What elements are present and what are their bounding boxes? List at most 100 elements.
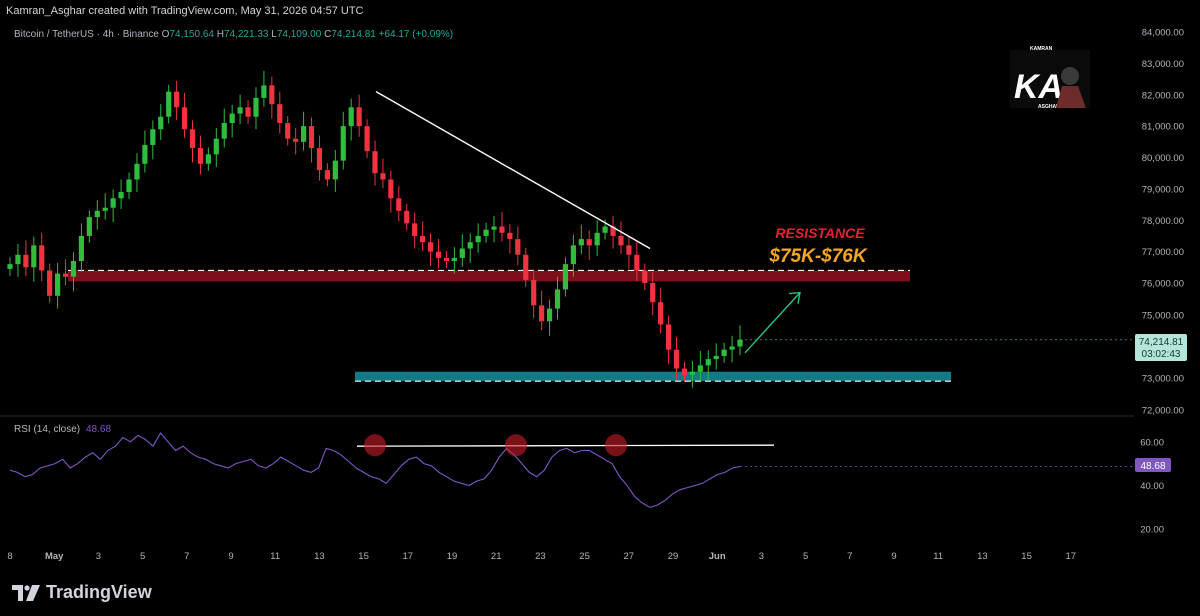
time-tick-label: 3 [759,551,764,562]
price-tick-label: 83,000.00 [1142,59,1184,70]
time-tick-label: 11 [270,551,280,562]
candle-body [55,273,61,296]
tradingview-logo-icon [12,584,40,601]
author-watermark: KAMRAN KA ASGHAR [1010,46,1090,110]
candle-body [277,104,283,123]
rsi-label[interactable]: RSI (14, close) [14,424,80,435]
tradingview-logo[interactable]: TradingView [12,582,152,603]
candle-body [443,257,450,262]
candle-body [102,207,108,211]
candle-body [70,261,77,277]
candle-body [681,368,688,375]
time-tick-label: 9 [891,551,896,562]
candle-body [586,239,592,246]
time-tick-label: 25 [579,551,590,562]
candle-body [332,160,338,180]
candle-body [197,148,204,164]
candle-body [150,129,156,145]
candle-body [308,126,315,149]
candle-body [451,257,457,262]
price-tick-label: 78,000.00 [1142,216,1184,227]
price-tick-label: 81,000.00 [1142,122,1184,133]
candle-body [705,359,711,366]
time-tick-label: 5 [803,551,808,562]
candle-body [396,198,402,211]
tradingview-chart-screen: Kamran_Asghar created with TradingView.c… [0,0,1200,616]
candle-body [515,239,521,255]
candle-body [23,254,29,268]
time-tick-label: 3 [96,551,101,562]
support-zone [355,371,951,382]
candle-body [570,245,576,265]
candle-body [475,235,481,243]
candle-body [94,210,100,218]
resistance-title: RESISTANCE [775,225,865,241]
candle-body [158,116,164,130]
candle-body [134,163,140,180]
candle-body [174,91,180,108]
candle-body [316,148,323,171]
candle-body [31,245,37,268]
candle-body [245,107,251,117]
candle-body [689,371,695,375]
forecast-arrow-shaft [744,292,801,354]
candle-body [300,126,307,142]
candle-body [491,226,497,230]
rsi-peak-marker [364,434,386,457]
candle-body [324,170,330,180]
candle-body [435,251,442,258]
candle-body [181,107,188,130]
candle-body [634,254,640,271]
candle-body [658,302,664,325]
chart-canvas[interactable]: KAMRAN KA ASGHAR 84,000.00 83,000.00 82,00… [0,0,1200,568]
candle-body [427,242,434,252]
candle-body [523,254,529,280]
candle-body [221,122,227,139]
candle-body [531,279,537,306]
time-tick-label: 7 [184,551,189,562]
price-tick-label: 72,000.00 [1142,406,1184,417]
candle-body [348,107,354,127]
time-axis[interactable]: 8 May 3 5 7 9 11 13 15 17 19 21 23 25 27 29 Jun 3 5 7 9 11 13 1… [7,551,1076,562]
candle-body [213,138,219,155]
time-tick-label: 5 [140,551,145,562]
candle-body [404,210,410,224]
watermark-name-top: KAMRAN [1030,46,1053,52]
candle-body [412,223,418,236]
candle-body [467,242,473,249]
time-tick-label: 7 [847,551,852,562]
candle-body [578,239,584,246]
last-price-badge-price: 74,214.81 [1139,337,1184,348]
candle-body [78,235,85,262]
candle-body [237,107,243,114]
candle-body [721,349,727,356]
time-tick-label: 17 [1066,551,1077,562]
price-badges: 74,214.81 03:02:43 48.68 [1135,334,1187,472]
rsi-value: 48.68 [86,424,111,435]
candle-body [388,179,394,199]
time-tick-label: 17 [403,551,414,562]
candle-body [285,122,291,139]
candle-body [737,339,743,347]
time-tick-label: May [45,551,64,562]
candle-body [602,226,608,233]
time-tick-label: 8 [7,551,12,562]
price-tick-label: 84,000.00 [1142,28,1184,39]
candles-layer [7,70,743,388]
rsi-pane: 60.00 40.00 20.00 [9,432,1164,536]
time-tick-label: 15 [1021,551,1032,562]
candle-body [420,235,426,243]
watermark-initials: KA [1014,68,1063,106]
candle-body [539,305,545,322]
rsi-badge-text: 48.68 [1140,461,1165,472]
rsi-resistance-line [356,444,775,447]
rsi-tick-label: 60.00 [1140,437,1164,448]
candle-body [372,151,378,174]
last-price-badge-countdown: 03:02:43 [1142,349,1181,360]
price-tick-label: 82,000.00 [1142,90,1184,101]
resistance-range: $75K-$76K [768,246,867,267]
candle-body [459,248,465,258]
price-tick-label: 76,000.00 [1142,279,1184,290]
candle-body [166,91,172,117]
time-tick-label: 13 [314,551,325,562]
